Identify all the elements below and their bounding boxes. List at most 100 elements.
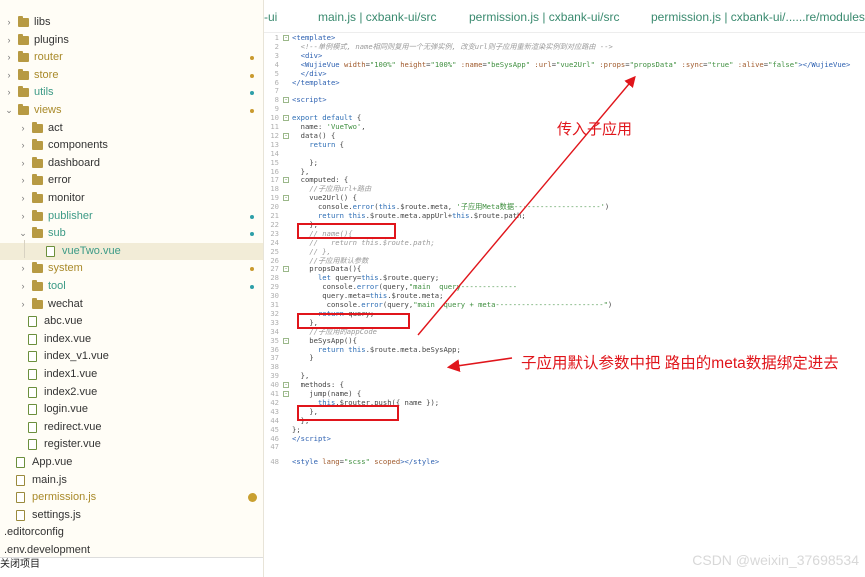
tree-item[interactable]: index2.vue [0, 384, 263, 402]
code-text: } [292, 353, 314, 363]
close-project-button[interactable]: 关闭项目 [0, 557, 263, 577]
tree-item-label: libs [34, 16, 51, 28]
tree-item[interactable]: settings.js [0, 507, 263, 525]
js-file-icon [16, 474, 25, 486]
fold-toggle-icon[interactable]: - [283, 337, 289, 344]
tree-item-label: abc.vue [44, 315, 83, 328]
tree-item-label: main.js [32, 473, 67, 486]
tree-item[interactable]: ⌄ views [0, 102, 263, 120]
fold-toggle-icon[interactable]: - [283, 97, 289, 104]
tree-item[interactable]: index.vue [0, 331, 263, 349]
fold-toggle-icon[interactable]: - [283, 35, 289, 41]
tree-item[interactable]: › utils [0, 84, 263, 102]
code-editor[interactable]: 1- <template> 2 <!--单例模式, name相同则复用一个无弹实例,… [264, 33, 865, 577]
tree-item[interactable]: index1.vue [0, 366, 263, 384]
tree-item-label: act [48, 121, 63, 134]
tree-item[interactable]: .editorconfig [0, 524, 263, 542]
chevron-right-icon[interactable]: › [18, 190, 28, 208]
tree-item[interactable]: abc.vue [0, 313, 263, 331]
chevron-down-icon[interactable]: ⌄ [18, 225, 28, 243]
indent-guide [24, 240, 25, 258]
code-line: 15 }; [264, 158, 865, 168]
chevron-right-icon[interactable]: › [18, 208, 28, 226]
code-line: 7 [264, 86, 865, 96]
tree-item-label: router [34, 51, 63, 64]
tree-item[interactable]: › tool [0, 278, 263, 296]
vue-file-icon [28, 316, 37, 328]
tree-item[interactable]: login.vue [0, 401, 263, 419]
chevron-right-icon[interactable]: › [18, 137, 28, 155]
tree-item-label: publisher [48, 209, 93, 222]
vue-file-icon [46, 245, 55, 257]
tree-item[interactable]: vueTwo.vue [0, 242, 263, 261]
folder-icon [18, 51, 29, 63]
tree-item[interactable]: › wechat [0, 296, 263, 314]
code-line: 46 </script> [264, 433, 865, 444]
tree-item[interactable]: › libs [0, 14, 263, 32]
vue-file-icon [28, 439, 37, 451]
annotation-pass-to-child: 传入子应用 [557, 121, 633, 138]
code-text: <script> [292, 95, 327, 105]
code-line: 24 // return this.$route.path; [264, 238, 865, 248]
tree-item-label: system [48, 262, 83, 275]
tree-item[interactable]: › error [0, 172, 263, 190]
project-explorer: › libs › plugins › router › store › utils ⌄ views › a… [0, 0, 264, 577]
tree-item[interactable]: permission.js [0, 489, 263, 507]
tree-item[interactable]: › publisher [0, 208, 263, 226]
folder-icon [32, 139, 43, 151]
chevron-right-icon[interactable]: › [4, 14, 14, 32]
tree-item[interactable]: › act [0, 120, 263, 138]
tree-item[interactable]: › monitor [0, 190, 263, 208]
chevron-right-icon[interactable]: › [18, 296, 28, 314]
code-text: </script> [292, 433, 331, 443]
chevron-right-icon[interactable]: › [18, 155, 28, 173]
chevron-right-icon[interactable]: › [18, 260, 28, 278]
folder-icon [32, 156, 43, 168]
tree-item[interactable]: › dashboard [0, 155, 263, 173]
tree-item[interactable]: index_v1.vue [0, 348, 263, 366]
fold-toggle-icon[interactable]: - [283, 266, 289, 273]
fold-toggle-icon[interactable]: - [283, 177, 289, 184]
annotation-bind-meta: 子应用默认参数中把 路由的meta数据绑定进去 [521, 355, 839, 372]
tree-item[interactable]: App.vue [0, 454, 263, 472]
tree-item[interactable]: ⌄ sub [0, 225, 263, 243]
tree-item[interactable]: redirect.vue [0, 419, 263, 437]
tree-item-label: login.vue [44, 403, 89, 416]
chevron-right-icon[interactable]: › [4, 49, 14, 67]
tree-item-label: sub [48, 227, 66, 240]
tree-item[interactable]: › components [0, 137, 263, 155]
tab-partial[interactable]: -ui [264, 10, 277, 24]
tree-item[interactable]: › router [0, 49, 263, 67]
vue-file-icon [28, 351, 37, 363]
fold-toggle-icon[interactable]: - [283, 391, 289, 397]
code-text: <!--单例模式, name相同则复用一个无弹实例, 改变url则子应用重新渲染… [300, 41, 613, 51]
fold-toggle-icon[interactable]: - [283, 382, 289, 389]
tree-item[interactable]: register.vue [0, 436, 263, 454]
line-number: 47 [270, 442, 279, 452]
tree-item[interactable]: › system [0, 260, 263, 278]
tree-item-label: settings.js [32, 508, 81, 521]
chevron-right-icon[interactable]: › [4, 84, 14, 102]
tree-item[interactable]: › store [0, 67, 263, 85]
tree-item[interactable]: main.js [0, 472, 263, 490]
chevron-right-icon[interactable]: › [18, 120, 28, 138]
fold-toggle-icon[interactable]: - [283, 132, 289, 139]
vue-file-icon [28, 333, 37, 345]
chevron-right-icon[interactable]: › [18, 278, 28, 296]
code-text: <style lang="scss" scoped></style> [292, 457, 440, 467]
tab-main-js[interactable]: main.js | cxbank-ui/src [318, 10, 436, 24]
tree-item[interactable]: › plugins [0, 32, 263, 50]
chevron-right-icon[interactable]: › [4, 32, 14, 50]
fold-toggle-icon[interactable]: - [283, 115, 289, 122]
git-status-dot-icon [250, 91, 254, 96]
tab-permission-js-modules[interactable]: permission.js | cxbank-ui/......re/modul… [651, 10, 865, 24]
chevron-right-icon[interactable]: › [4, 67, 14, 85]
tree-item-label: .editorconfig [4, 526, 64, 539]
git-status-dot-icon [250, 285, 254, 289]
code-line: 13 return { [264, 140, 865, 150]
chevron-down-icon[interactable]: ⌄ [4, 102, 14, 120]
tab-permission-js[interactable]: permission.js | cxbank-ui/src [469, 10, 620, 24]
code-line: 45}; [264, 425, 865, 435]
fold-toggle-icon[interactable]: - [283, 195, 289, 202]
chevron-right-icon[interactable]: › [18, 172, 28, 190]
